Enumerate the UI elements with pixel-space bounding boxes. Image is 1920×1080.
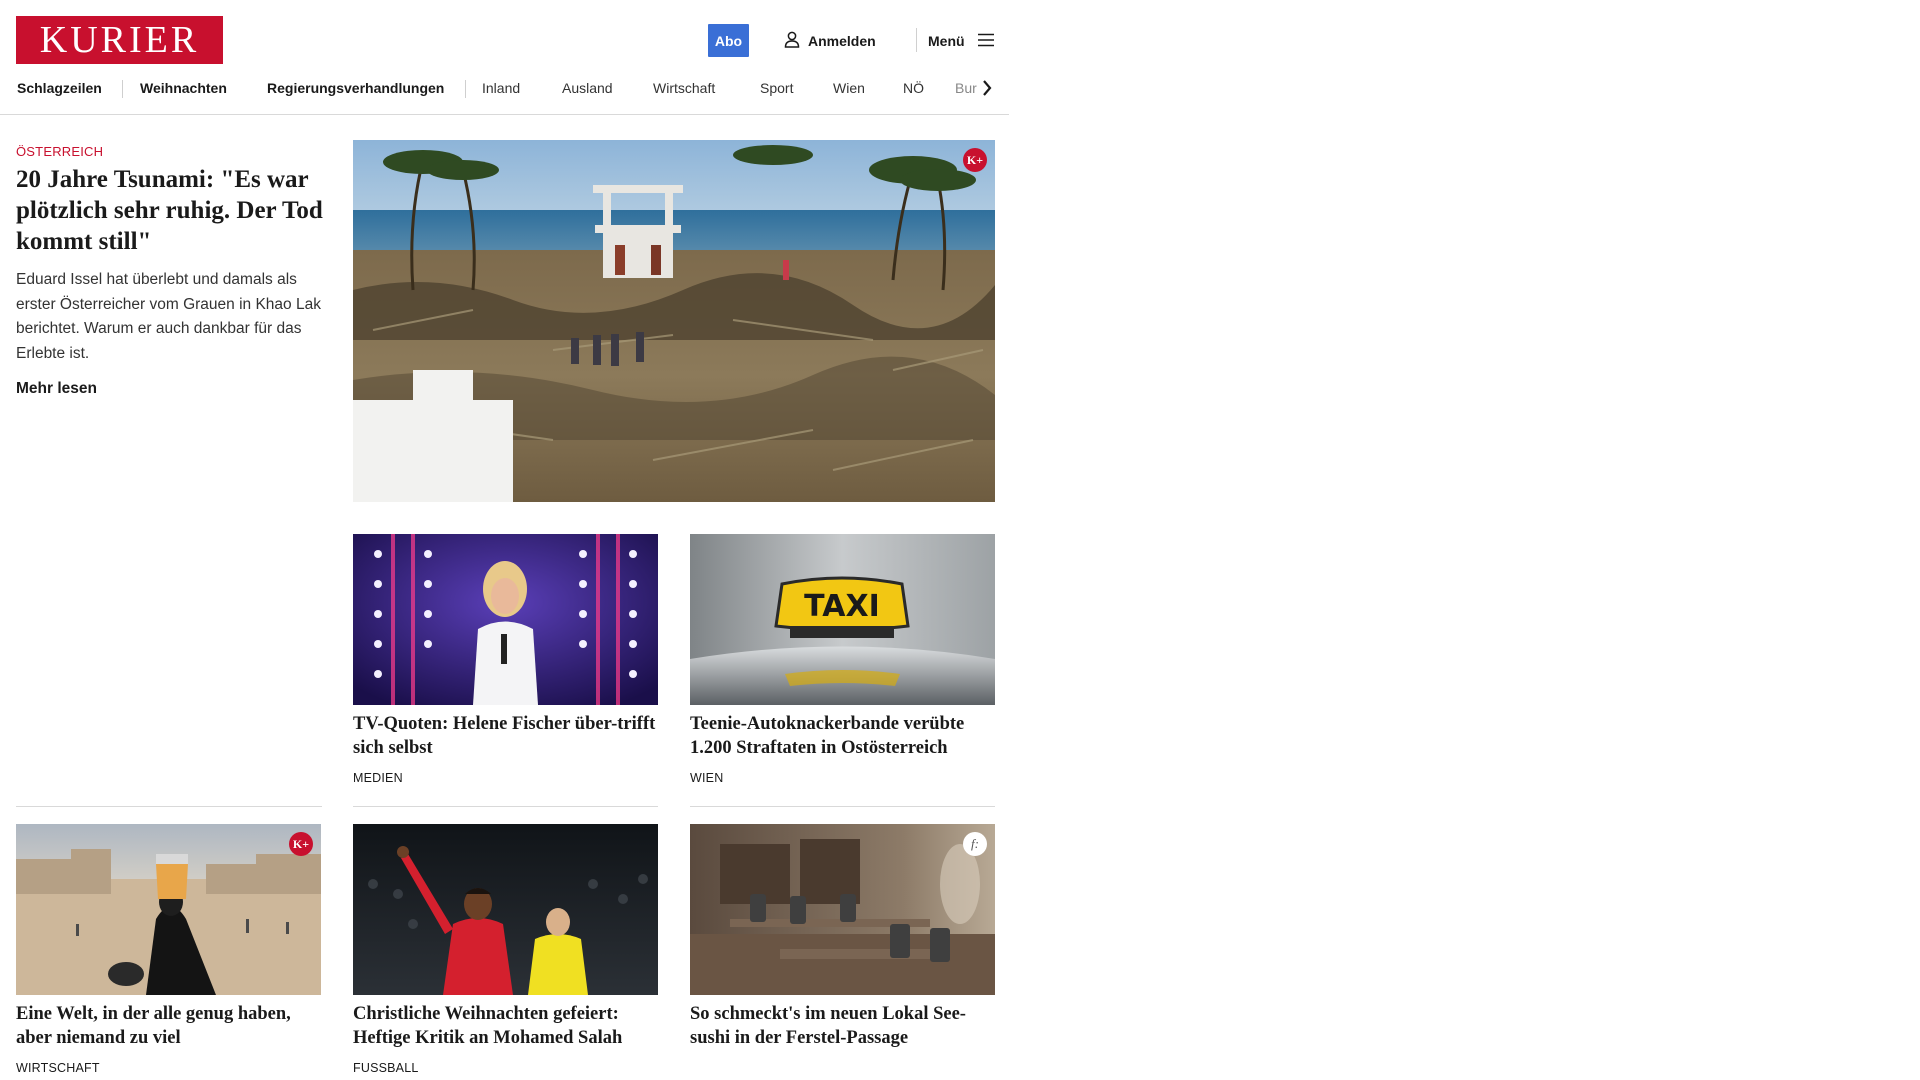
nav-divider bbox=[122, 80, 123, 98]
hamburger-icon bbox=[977, 33, 995, 50]
card-category[interactable]: Wien bbox=[690, 771, 723, 785]
nav-item-weihnachten[interactable]: Weihnachten bbox=[140, 80, 227, 96]
divider bbox=[16, 806, 322, 807]
nav-item-schlagzeilen[interactable]: Schlagzeilen bbox=[17, 80, 102, 96]
site-header: KURIER Abo Anmelden Menü Schlagzeilen We… bbox=[0, 0, 1009, 115]
card-headline[interactable]: So schmeckt's im neuen Lokal See-sushi i… bbox=[690, 1002, 1000, 1050]
nav-divider bbox=[465, 80, 466, 98]
kurier-plus-badge: K+ bbox=[963, 148, 987, 172]
card-category[interactable]: Wirtschaft bbox=[16, 1061, 100, 1075]
menu-label: Menü bbox=[928, 33, 965, 49]
lead-kicker[interactable]: Österreich bbox=[16, 144, 103, 159]
chevron-right-icon[interactable] bbox=[975, 76, 999, 100]
card-image-taxi[interactable]: TAXI bbox=[690, 534, 995, 705]
divider bbox=[690, 806, 995, 807]
card-headline[interactable]: TV-Quoten: Helene Fischer über-trifft si… bbox=[353, 712, 658, 760]
logo-text: KURIER bbox=[39, 19, 200, 61]
divider bbox=[353, 806, 658, 807]
card-image-gaza-woman[interactable]: K+ bbox=[16, 824, 321, 995]
nav-item-burgenland[interactable]: Bur bbox=[955, 80, 977, 98]
card-image-helene-fischer[interactable] bbox=[353, 534, 658, 705]
card-headline[interactable]: Teenie-Autoknackerbande verübte 1.200 St… bbox=[690, 712, 995, 760]
lead-headline[interactable]: 20 Jahre Tsunami: "Es war plötzlich sehr… bbox=[16, 164, 326, 257]
menu-button[interactable]: Menü bbox=[928, 28, 995, 54]
feuilleton-badge: f: bbox=[963, 832, 987, 856]
nav-item-inland[interactable]: Inland bbox=[482, 80, 520, 96]
abo-button[interactable]: Abo bbox=[708, 24, 749, 57]
login-label: Anmelden bbox=[808, 33, 876, 49]
card-headline[interactable]: Christliche Weihnachten gefeiert: Heftig… bbox=[353, 1002, 663, 1050]
kurier-plus-badge: K+ bbox=[289, 832, 313, 856]
kurier-logo[interactable]: KURIER bbox=[16, 16, 223, 64]
header-divider bbox=[916, 28, 917, 52]
card-category[interactable]: Medien bbox=[353, 771, 403, 785]
nav-item-wirtschaft[interactable]: Wirtschaft bbox=[653, 80, 715, 96]
lead-teaser: Eduard Issel hat überlebt und damals als… bbox=[16, 271, 321, 362]
card-image-restaurant[interactable]: f: bbox=[690, 824, 995, 995]
nav-item-ausland[interactable]: Ausland bbox=[562, 80, 613, 96]
nav-item-wien[interactable]: Wien bbox=[833, 80, 865, 96]
nav-item-regierungsverhandlungen[interactable]: Regierungsverhandlungen bbox=[267, 80, 444, 96]
lead-image-tsunami[interactable]: K+ bbox=[353, 140, 995, 502]
card-image-salah[interactable] bbox=[353, 824, 658, 995]
nav-item-noe[interactable]: NÖ bbox=[903, 80, 924, 96]
section-nav: Schlagzeilen Weihnachten Regierungsverha… bbox=[0, 74, 1009, 104]
read-more-link[interactable]: Mehr lesen bbox=[16, 380, 97, 398]
card-headline[interactable]: Eine Welt, in der alle genug haben, aber… bbox=[16, 1002, 326, 1050]
user-icon bbox=[784, 31, 800, 51]
taxi-sign-text: TAXI bbox=[804, 589, 880, 624]
card-category[interactable]: Fussball bbox=[353, 1061, 419, 1075]
login-button[interactable]: Anmelden bbox=[784, 28, 876, 54]
nav-item-sport[interactable]: Sport bbox=[760, 80, 793, 96]
